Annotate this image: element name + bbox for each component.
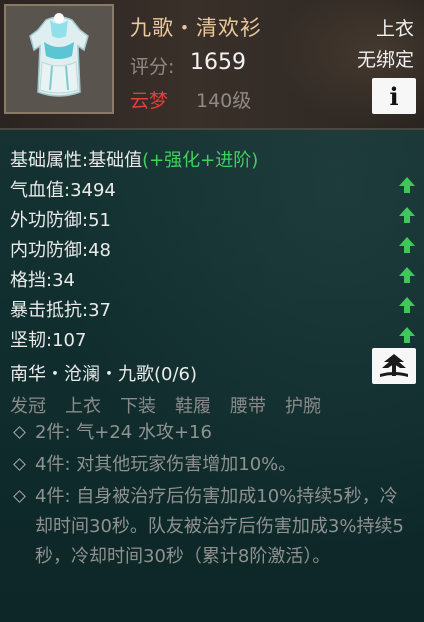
attributes-header: 基础属性:基础值(+强化+进阶) xyxy=(10,146,258,172)
attribute-value: 51 xyxy=(88,210,111,231)
set-piece: 鞋履 xyxy=(175,396,211,417)
set-pieces-list: 发冠 上衣 下装 鞋履 腰带 护腕 xyxy=(10,392,340,418)
set-piece: 腰带 xyxy=(230,396,266,417)
green-up-arrow-icon xyxy=(399,267,415,283)
attribute-label: 格挡: xyxy=(10,270,53,291)
set-preview-button[interactable] xyxy=(372,348,416,384)
attribute-value: 107 xyxy=(52,330,87,351)
green-up-arrow-icon xyxy=(399,207,415,223)
attributes-header-suffix: (+强化+进阶) xyxy=(142,150,259,171)
set-piece: 发冠 xyxy=(10,396,46,417)
bind-status: 无绑定 xyxy=(356,49,414,71)
attribute-label: 气血值: xyxy=(10,180,71,201)
attribute-row-block: 格挡:34 xyxy=(10,266,75,292)
diamond-bullet-icon xyxy=(13,457,26,471)
green-up-arrow-icon xyxy=(399,237,415,253)
attributes-header-prefix: 基础属性:基础值 xyxy=(10,150,143,171)
item-portrait xyxy=(4,4,114,114)
green-up-arrow-icon xyxy=(399,327,415,343)
attribute-row-toughness: 坚韧:107 xyxy=(10,326,86,352)
set-preview-icon xyxy=(380,354,408,377)
school-requirement: 云梦 xyxy=(130,90,169,112)
set-bonus-text: 4件: 对其他玩家伤害增加10%。 xyxy=(35,454,297,475)
attribute-row-outer-defense: 外功防御:51 xyxy=(10,206,111,232)
attribute-value: 3494 xyxy=(70,180,116,201)
green-up-arrow-icon xyxy=(399,297,415,313)
attribute-value: 34 xyxy=(52,270,75,291)
set-bonus-item: 4件: 自身被治疗后伤害加成10%持续5秒，冷却时间30秒。队友被治疗后伤害加成… xyxy=(10,482,414,572)
score-label: 评分: xyxy=(130,56,175,78)
attribute-value: 48 xyxy=(88,240,111,261)
attribute-row-hp: 气血值:3494 xyxy=(10,176,116,202)
attribute-label: 暴击抵抗: xyxy=(10,300,89,321)
set-piece: 上衣 xyxy=(65,396,101,417)
diamond-bullet-icon xyxy=(13,425,26,439)
attribute-value: 37 xyxy=(88,300,111,321)
level-requirement: 140级 xyxy=(196,90,252,112)
info-button[interactable]: i xyxy=(372,78,416,114)
set-piece: 下装 xyxy=(120,396,156,417)
attribute-row-crit-resist: 暴击抵抗:37 xyxy=(10,296,111,322)
set-bonus-text: 2件: 气+24 水攻+16 xyxy=(35,422,212,443)
item-tooltip-panel: 九歌・清欢衫 评分: 1659 云梦 140级 上衣 无绑定 i 基础属性:基础… xyxy=(0,0,424,622)
set-piece: 护腕 xyxy=(285,396,321,417)
set-bonus-item: 2件: 气+24 水攻+16 xyxy=(10,418,375,448)
equipment-slot: 上衣 xyxy=(375,18,414,40)
header-divider xyxy=(0,128,424,130)
set-bonus-text: 4件: 自身被治疗后伤害加成10%持续5秒，冷却时间30秒。队友被治疗后伤害加成… xyxy=(35,486,404,567)
attribute-row-inner-defense: 内功防御:48 xyxy=(10,236,111,262)
attribute-label: 外功防御: xyxy=(10,210,89,231)
diamond-bullet-icon xyxy=(13,489,26,503)
set-bonus-item: 4件: 对其他玩家伤害增加10%。 xyxy=(10,450,375,480)
attribute-label: 内功防御: xyxy=(10,240,89,261)
set-title: 南华・沧澜・九歌(0/6) xyxy=(10,364,198,385)
score-value: 1659 xyxy=(190,50,246,75)
green-up-arrow-icon xyxy=(399,177,415,193)
item-name: 九歌・清欢衫 xyxy=(130,16,262,40)
attribute-label: 坚韧: xyxy=(10,330,53,351)
robe-icon xyxy=(6,6,112,112)
